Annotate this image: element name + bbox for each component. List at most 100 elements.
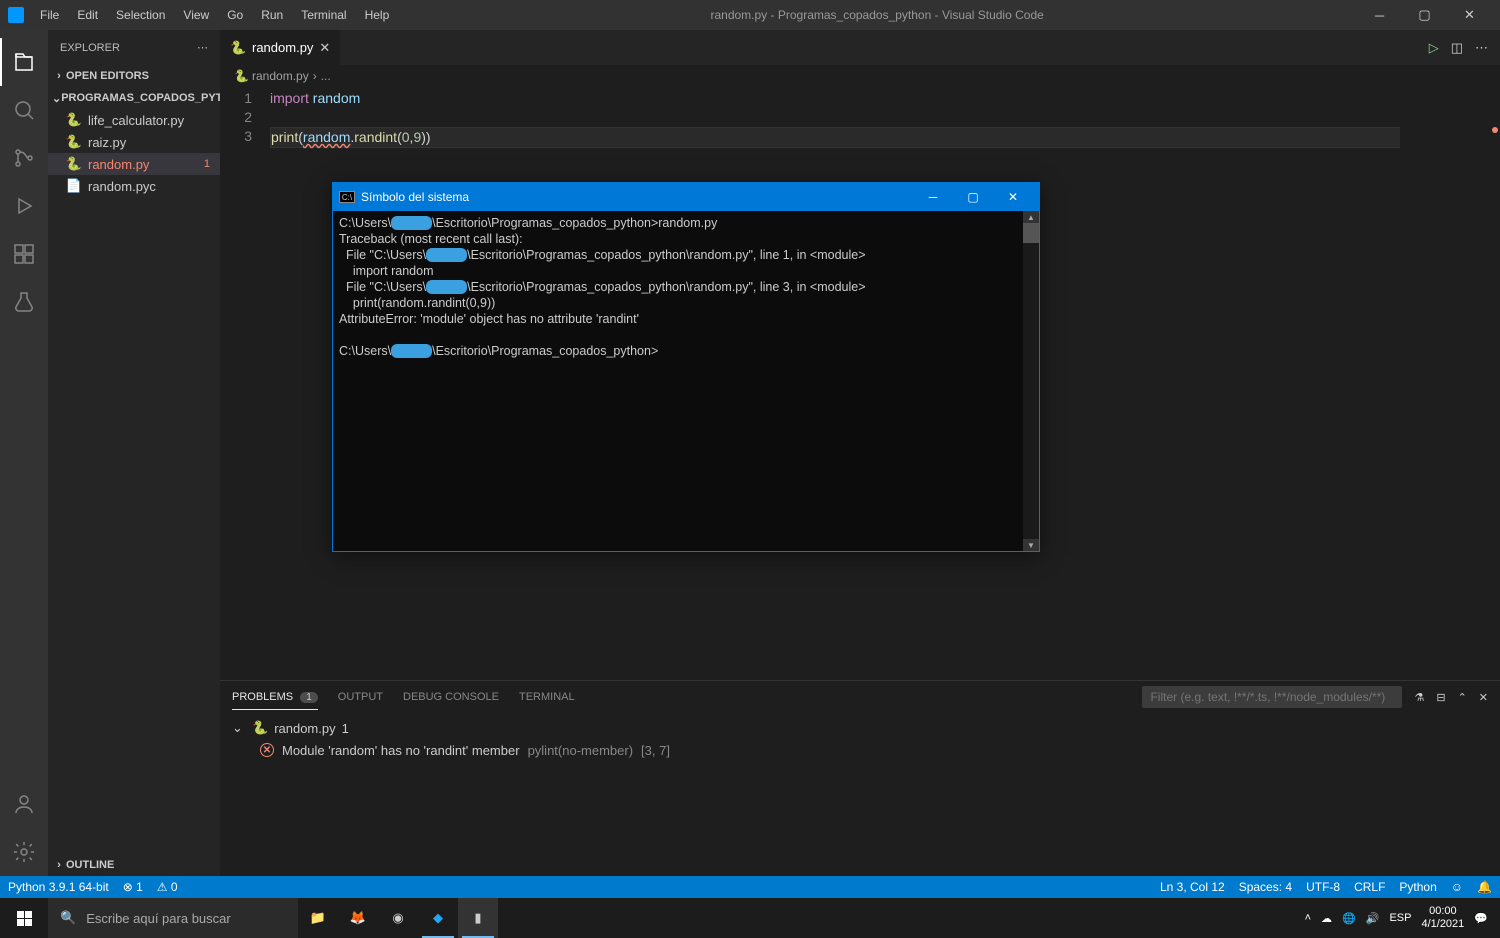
status-python-version[interactable]: Python 3.9.1 64-bit: [8, 880, 109, 894]
file-item[interactable]: 🐍 life_calculator.py: [48, 109, 220, 131]
menu-go[interactable]: Go: [219, 4, 251, 26]
task-file-explorer[interactable]: 📁: [298, 898, 338, 938]
editor-tab[interactable]: 🐍 random.py ✕: [220, 30, 341, 65]
source-control-icon[interactable]: [0, 134, 48, 182]
line-numbers: 1 2 3: [220, 87, 270, 680]
cmd-close-button[interactable]: ✕: [993, 183, 1033, 211]
panel-tab-debug[interactable]: DEBUG CONSOLE: [403, 685, 499, 709]
scroll-up-arrow-icon[interactable]: ▲: [1023, 211, 1039, 223]
problems-filter-input[interactable]: [1142, 686, 1402, 708]
cmd-titlebar[interactable]: C:\ Símbolo del sistema ─ ▢ ✕: [333, 183, 1039, 211]
start-button[interactable]: [0, 898, 48, 938]
panel-close-icon[interactable]: ✕: [1479, 691, 1488, 704]
error-icon: ✕: [260, 743, 274, 757]
panel-tab-problems[interactable]: PROBLEMS 1: [232, 685, 318, 710]
status-indentation[interactable]: Spaces: 4: [1239, 880, 1292, 894]
folder-section[interactable]: ⌄ PROGRAMAS_COPADOS_PYTHON: [48, 87, 220, 109]
tab-label: random.py: [252, 40, 313, 55]
search-icon: 🔍: [60, 910, 76, 926]
split-editor-icon[interactable]: ◫: [1451, 40, 1463, 56]
file-item[interactable]: 📄 random.pyc: [48, 175, 220, 197]
tray-volume-icon[interactable]: 🔊: [1366, 912, 1380, 925]
status-errors[interactable]: ⊗ 1: [123, 880, 143, 894]
sidebar-more-icon[interactable]: ⋯: [197, 41, 208, 54]
file-name: life_calculator.py: [88, 113, 184, 128]
panel-tab-terminal[interactable]: TERMINAL: [519, 685, 575, 709]
section-label: OUTLINE: [66, 859, 114, 871]
search-icon[interactable]: [0, 86, 48, 134]
status-language[interactable]: Python: [1399, 880, 1436, 894]
task-vscode[interactable]: ◆: [418, 898, 458, 938]
tray-date: 4/1/2021: [1421, 918, 1464, 931]
status-cursor-position[interactable]: Ln 3, Col 12: [1160, 880, 1225, 894]
menu-help[interactable]: Help: [357, 4, 398, 26]
cmd-minimize-button[interactable]: ─: [913, 183, 953, 211]
more-actions-icon[interactable]: ⋯: [1475, 40, 1488, 56]
section-label: PROGRAMAS_COPADOS_PYTHON: [61, 92, 247, 104]
explorer-icon[interactable]: [0, 38, 48, 86]
status-encoding[interactable]: UTF-8: [1306, 880, 1340, 894]
file-name: raiz.py: [88, 135, 126, 150]
maximize-button[interactable]: ▢: [1402, 0, 1447, 30]
section-label: OPEN EDITORS: [66, 70, 149, 82]
close-button[interactable]: ✕: [1447, 0, 1492, 30]
accounts-icon[interactable]: [0, 780, 48, 828]
scroll-down-arrow-icon[interactable]: ▼: [1023, 539, 1039, 551]
scroll-thumb[interactable]: [1023, 223, 1039, 243]
problems-count-badge: 1: [300, 692, 318, 703]
settings-gear-icon[interactable]: [0, 828, 48, 876]
editor-scrollbar[interactable]: [1486, 87, 1500, 680]
status-notifications-icon[interactable]: 🔔: [1477, 880, 1492, 894]
status-warnings[interactable]: ⚠ 0: [157, 880, 178, 894]
extensions-icon[interactable]: [0, 230, 48, 278]
tab-close-icon[interactable]: ✕: [319, 40, 330, 56]
minimize-button[interactable]: ─: [1357, 0, 1402, 30]
collapse-all-icon[interactable]: ⊟: [1436, 691, 1445, 704]
problem-row[interactable]: ✕ Module 'random' has no 'randint' membe…: [232, 739, 1488, 761]
cmd-output[interactable]: C:\Users\xxxx\Escritorio\Programas_copad…: [333, 211, 1039, 551]
run-icon[interactable]: ▷: [1429, 40, 1439, 56]
task-firefox[interactable]: 🦊: [338, 898, 378, 938]
menu-run[interactable]: Run: [253, 4, 291, 26]
minimap[interactable]: [1400, 87, 1500, 680]
task-cmd[interactable]: ▮: [458, 898, 498, 938]
outline-section[interactable]: › OUTLINE: [48, 854, 220, 876]
menu-view[interactable]: View: [175, 4, 217, 26]
python-file-icon: 🐍: [252, 720, 268, 736]
menu-edit[interactable]: Edit: [69, 4, 106, 26]
status-feedback-icon[interactable]: ☺: [1451, 880, 1463, 894]
breadcrumb-file: random.py: [252, 69, 309, 83]
problem-file-row[interactable]: ⌄ 🐍 random.py 1: [232, 717, 1488, 739]
python-file-icon: 🐍: [66, 156, 82, 172]
sidebar-title: EXPLORER: [60, 42, 120, 54]
task-steam[interactable]: ◉: [378, 898, 418, 938]
tray-clock[interactable]: 00:00 4/1/2021: [1421, 905, 1464, 931]
testing-icon[interactable]: [0, 278, 48, 326]
taskbar-search[interactable]: 🔍 Escribe aquí para buscar: [48, 898, 298, 938]
tray-network-icon[interactable]: 🌐: [1342, 912, 1356, 925]
status-eol[interactable]: CRLF: [1354, 880, 1385, 894]
cmd-maximize-button[interactable]: ▢: [953, 183, 993, 211]
chevron-up-icon[interactable]: ⌃: [1458, 691, 1467, 704]
tray-notifications-icon[interactable]: 💬: [1474, 912, 1488, 925]
tray-language[interactable]: ESP: [1389, 912, 1411, 924]
filter-icon[interactable]: ⚗: [1414, 691, 1424, 704]
menu-terminal[interactable]: Terminal: [293, 4, 354, 26]
menu-file[interactable]: File: [32, 4, 67, 26]
windows-taskbar: 🔍 Escribe aquí para buscar 📁 🦊 ◉ ◆ ▮ ˄ ☁…: [0, 898, 1500, 938]
tray-onedrive-icon[interactable]: ☁: [1321, 912, 1332, 925]
file-item-active[interactable]: 🐍 random.py 1: [48, 153, 220, 175]
tray-chevron-up-icon[interactable]: ˄: [1305, 912, 1311, 924]
run-debug-icon[interactable]: [0, 182, 48, 230]
window-controls: ─ ▢ ✕: [1357, 0, 1492, 30]
panel-tabs: PROBLEMS 1 OUTPUT DEBUG CONSOLE TERMINAL…: [220, 681, 1500, 713]
panel-tab-output[interactable]: OUTPUT: [338, 685, 383, 709]
breadcrumb[interactable]: 🐍 random.py › ...: [220, 65, 1500, 87]
menu-selection[interactable]: Selection: [108, 4, 173, 26]
problem-source: pylint(no-member): [528, 743, 633, 758]
cmd-scrollbar[interactable]: ▲ ▼: [1023, 211, 1039, 551]
file-name: random.py: [88, 157, 149, 172]
file-item[interactable]: 🐍 raiz.py: [48, 131, 220, 153]
command-prompt-window[interactable]: C:\ Símbolo del sistema ─ ▢ ✕ C:\Users\x…: [332, 182, 1040, 552]
open-editors-section[interactable]: › OPEN EDITORS: [48, 65, 220, 87]
